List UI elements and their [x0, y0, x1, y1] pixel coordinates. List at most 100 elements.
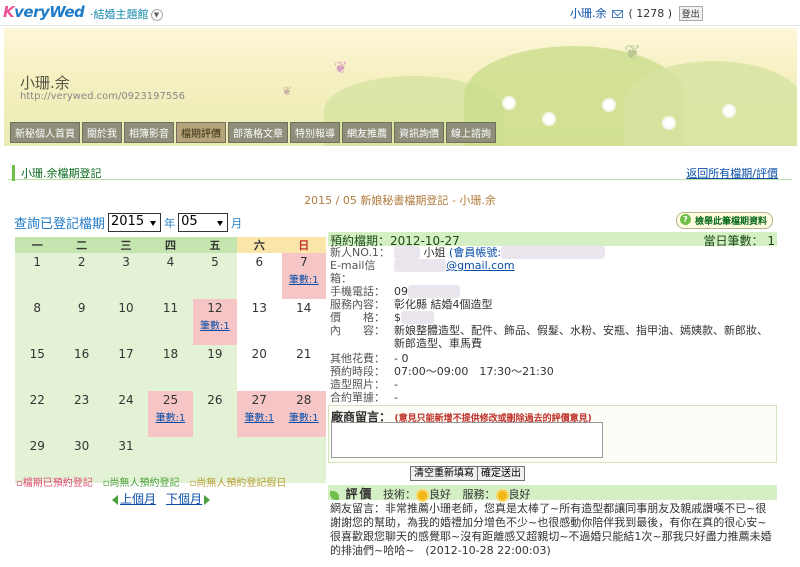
calendar-day[interactable]: 9 — [59, 299, 104, 345]
calendar-day[interactable]: 24 — [103, 391, 149, 437]
nav-home[interactable]: 新秘個人首頁 — [10, 122, 80, 143]
calendar-day[interactable]: 15 — [15, 345, 60, 391]
flower-icon — [544, 114, 554, 124]
weekday-header: 四 — [148, 237, 193, 253]
site-selector[interactable]: ‧結婚主題館 ▼ — [90, 6, 163, 22]
calendar-day[interactable]: 1 — [15, 253, 60, 299]
vendor-message-box: 廠商留言： (意見只能新增不提供修改或刪除過去的評價意見) — [328, 405, 777, 463]
calendar-day[interactable]: 28 筆數:1 — [281, 391, 326, 437]
booking-count-link[interactable]: 筆數:1 — [193, 317, 237, 332]
verywed-logo[interactable]: KveryWed — [3, 3, 85, 21]
calendar-day[interactable]: 21 — [281, 345, 326, 391]
butterfly-icon: ❦ — [282, 84, 293, 98]
contract-row: 合約單據： - — [330, 391, 398, 404]
flower-icon — [724, 106, 734, 116]
calendar-day[interactable]: 6 — [237, 253, 282, 299]
month-select[interactable]: 05 — [178, 213, 229, 232]
redacted-name: xxxx — [394, 246, 421, 259]
calendar-day[interactable]: 22 — [15, 391, 60, 437]
calendar-week-row: 15 16 17 18 19 20 21 — [15, 345, 326, 391]
calendar-day[interactable]: 20 — [237, 345, 282, 391]
nav-blog[interactable]: 部落格文章 — [228, 122, 288, 143]
calendar-day[interactable]: 17 — [103, 345, 149, 391]
calendar-day[interactable]: 23 — [59, 391, 104, 437]
month-unit: 月 — [231, 216, 243, 230]
calendar-day[interactable]: 11 — [148, 299, 193, 345]
day-number: 12 — [207, 301, 223, 315]
nav-feature[interactable]: 特別報導 — [290, 122, 340, 143]
flower-icon — [504, 98, 514, 108]
back-to-all-link[interactable]: 返回所有檔期/評價 — [686, 165, 778, 181]
day-number: 15 — [29, 347, 45, 361]
skill-label: 技術： — [383, 488, 417, 501]
sun-icon — [497, 490, 507, 500]
legend-booked: ▫檔期已預約登記 — [16, 478, 93, 489]
nav-schedule-review[interactable]: 檔期評價 — [176, 122, 226, 143]
chevron-down-icon[interactable]: ▼ — [150, 9, 163, 21]
logout-button[interactable]: 登出 — [678, 6, 703, 21]
user-name-link[interactable]: 小珊.余 — [570, 7, 607, 20]
calendar-day[interactable]: 12 筆數:1 — [192, 299, 238, 345]
nav-price-inquiry[interactable]: 資訊詢價 — [394, 122, 444, 143]
next-month-link[interactable]: 下個月 — [166, 492, 202, 506]
calendar-day[interactable]: 13 — [237, 299, 282, 345]
nav-about[interactable]: 關於我 — [82, 122, 122, 143]
calendar-day[interactable]: 25 筆數:1 — [148, 391, 193, 437]
nav-album[interactable]: 相簿影音 — [124, 122, 174, 143]
profile-nav: 新秘個人首頁 關於我 相簿影音 檔期評價 部落格文章 特別報導 網友推薦 資訊詢… — [10, 122, 496, 143]
submit-button[interactable]: 確定送出 — [477, 466, 525, 481]
redacted-email: xxxxxxxx — [394, 259, 447, 272]
message-textarea[interactable] — [331, 422, 603, 458]
nav-recommend[interactable]: 網友推薦 — [342, 122, 392, 143]
query-row: 查詢已登記檔期 2015 年 05 月 — [14, 213, 242, 232]
booking-count-link[interactable]: 筆數:1 — [282, 271, 326, 286]
booking-count-link[interactable]: 筆數:1 — [282, 409, 326, 424]
calendar-day[interactable]: 7 筆數:1 — [281, 253, 326, 299]
calendar-day[interactable]: 4 — [148, 253, 193, 299]
mail-icon[interactable] — [612, 10, 623, 18]
calendar-day[interactable]: 27 筆數:1 — [237, 391, 282, 437]
mail-count: ( 1278 ) — [628, 7, 673, 20]
user-area: 小珊.余 ( 1278 ) 登出 — [570, 5, 703, 21]
day-number: 3 — [122, 255, 130, 269]
service-rating-value: 良好 — [508, 488, 531, 501]
flower-icon — [604, 100, 614, 110]
weekday-header: 一 — [15, 237, 60, 253]
day-number: 21 — [296, 347, 312, 361]
calendar-day[interactable]: 2 — [59, 253, 104, 299]
report-button[interactable]: ? 檢舉此筆檔期資料 — [676, 212, 774, 229]
calendar-day[interactable]: 14 — [281, 299, 326, 345]
month-nav: 上個月 下個月 — [112, 490, 211, 507]
prev-month-link[interactable]: 上個月 — [120, 492, 156, 506]
day-number: 18 — [162, 347, 179, 361]
question-icon: ? — [680, 214, 691, 225]
skill-value: 良好 — [429, 488, 452, 501]
booking-count-link[interactable]: 筆數:1 — [237, 409, 281, 424]
redacted-phone: xxxxxxxx — [408, 285, 461, 298]
detail-header: 預約檔期：2012-10-27 當日筆數： 1 — [328, 232, 777, 248]
calendar-week-row: 8 9 10 11 12 筆數:1 13 14 — [15, 299, 326, 345]
calendar-day[interactable]: 18 — [148, 345, 193, 391]
reset-button[interactable]: 清空重新填寫 — [410, 466, 478, 481]
review-header: 評價 技術： 良好 服務： 良好 — [328, 485, 777, 501]
calendar-day[interactable]: 26 — [192, 391, 238, 437]
year-select[interactable]: 2015 — [108, 213, 162, 232]
calendar-day[interactable]: 16 — [59, 345, 104, 391]
review-title: 評價 — [345, 487, 374, 501]
day-number: 16 — [73, 347, 90, 361]
month-title: 2015 / 05 新娘秘書檔期登記 - 小珊.余 — [304, 194, 496, 207]
calendar-day[interactable]: 3 — [103, 253, 149, 299]
email-link[interactable]: @gmail.com — [446, 259, 515, 272]
calendar-day[interactable]: 8 — [15, 299, 60, 345]
day-number: 29 — [29, 439, 45, 453]
owner-name: 小珊.余 — [20, 74, 70, 92]
day-number: 10 — [118, 301, 134, 315]
calendar-body: 1 2 3 4 5 6 7 筆數:1 8 9 10 11 12 筆數:1 13 14 15 16 17 18 19 20 2… — [15, 253, 326, 483]
day-number: 2 — [77, 255, 86, 269]
booking-count-link[interactable]: 筆數:1 — [148, 409, 192, 424]
calendar-day[interactable]: 19 — [192, 345, 238, 391]
nav-online-consult[interactable]: 線上諮詢 — [446, 122, 496, 143]
calendar-day[interactable]: 10 — [103, 299, 149, 345]
calendar-day[interactable]: 5 — [192, 253, 238, 299]
owner-url: http://verywed.com/0923197556 — [20, 91, 185, 102]
